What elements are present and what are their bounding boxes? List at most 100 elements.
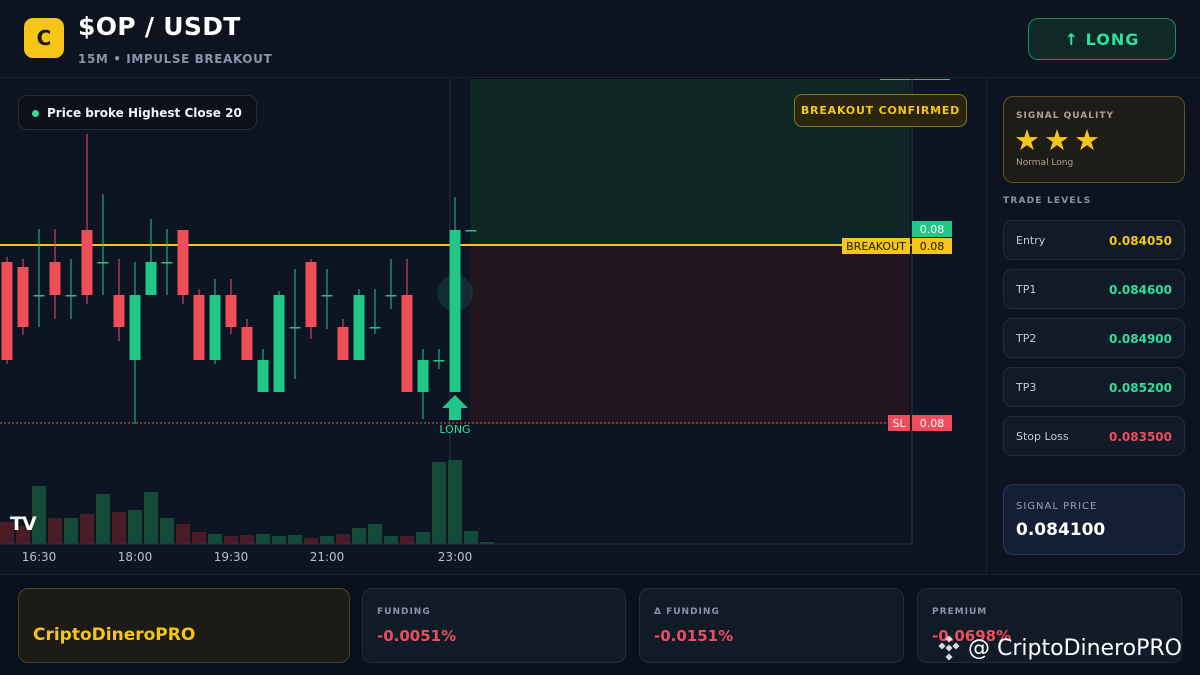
star-rating-icon: ★★★ (1014, 123, 1104, 157)
volume-bar (384, 536, 398, 544)
trade-levels-title: TRADE LEVELS (1003, 196, 1092, 206)
level-row-entry: Entry 0.084050 (1003, 220, 1185, 260)
signal-sidebar: SIGNAL QUALITY ★★★ Normal Long TRADE LEV… (986, 79, 1200, 573)
volume-bar (320, 536, 334, 544)
volume-bar (416, 532, 430, 544)
candle-body (465, 230, 477, 232)
candle-body (433, 360, 445, 362)
candle-body (417, 360, 429, 392)
candle-body (385, 295, 397, 297)
candle-body (257, 360, 269, 392)
coin-logo-icon: C (24, 18, 64, 58)
candles-group (1, 134, 477, 424)
x-axis-label: 19:30 (213, 550, 249, 564)
volume-bar (160, 518, 174, 544)
stat-label: Δ FUNDING (654, 607, 720, 617)
price-chart[interactable]: Price broke Highest Close 20 BREAKOUT CO… (0, 79, 985, 573)
candle-body (321, 295, 333, 297)
timeframe-subtitle: 15M • IMPULSE BREAKOUT (78, 52, 273, 66)
level-value: 0.085200 (1108, 381, 1172, 395)
candle-body (209, 295, 221, 360)
breakout-confirmed-badge: BREAKOUT CONFIRMED (794, 94, 967, 127)
volume-bar (336, 534, 350, 544)
level-value: 0.083500 (1108, 430, 1172, 444)
breakout-label-tag: BREAKOUT (842, 238, 910, 254)
level-label: TP1 (1016, 283, 1037, 296)
header: C $OP / USDT 15M • IMPULSE BREAKOUT ↑ LO… (0, 0, 1200, 78)
candle-body (177, 230, 189, 295)
brand-name: CriptoDineroPRO (33, 625, 196, 645)
level-label: TP3 (1016, 381, 1037, 394)
level-row-stop-loss: Stop Loss 0.083500 (1003, 416, 1185, 456)
candle-body (17, 267, 29, 327)
long-arrow-icon (442, 395, 468, 420)
long-direction-button[interactable]: ↑ LONG (1028, 18, 1176, 60)
level-value: 0.084900 (1108, 332, 1172, 346)
candle-body (49, 262, 61, 295)
level-label: Stop Loss (1016, 430, 1069, 443)
quality-subtitle: Normal Long (1016, 158, 1074, 168)
volume-bar (176, 524, 190, 544)
x-axis-label: 23:00 (437, 550, 473, 564)
level-row-tp2: TP2 0.084900 (1003, 318, 1185, 358)
stat-label: FUNDING (377, 607, 431, 617)
candle-body (353, 295, 365, 360)
level-value: 0.084050 (1108, 234, 1172, 248)
volume-bar (80, 514, 94, 544)
candle-body (129, 295, 141, 360)
candle-body (449, 230, 461, 392)
signal-price-value: 0.084100 (1016, 520, 1106, 540)
x-axis-label: 21:00 (309, 550, 345, 564)
volume-bar (304, 538, 318, 544)
candle-body (161, 262, 173, 264)
breakout-note: Price broke Highest Close 20 (18, 95, 257, 130)
level-label: TP2 (1016, 332, 1037, 345)
volume-bar (128, 510, 142, 544)
volume-bar (256, 534, 270, 544)
candle-body (289, 327, 301, 329)
candle-body (81, 230, 93, 295)
funding-card: FUNDING -0.0051% (362, 588, 626, 663)
volume-bar (400, 536, 414, 544)
volume-bar (448, 460, 462, 544)
candle-body (241, 327, 253, 360)
candle-body (337, 327, 349, 360)
level-row-tp1: TP1 0.084600 (1003, 269, 1185, 309)
volume-bar (192, 532, 206, 544)
note-text: Price broke Highest Close 20 (47, 105, 242, 120)
level-value: 0.084600 (1108, 283, 1172, 297)
candle-body (273, 295, 285, 392)
volume-bar (224, 536, 238, 544)
volume-bar (48, 518, 62, 544)
watermark-text: @ CriptoDineroPRO (968, 635, 1182, 661)
sl-price-tag: 0.08 (912, 415, 952, 431)
volume-bar (144, 492, 158, 544)
volume-bar (208, 534, 222, 544)
tradingview-logo-icon: TV (10, 513, 37, 535)
candle-body (225, 295, 237, 327)
footer: CriptoDineroPRO FUNDING -0.0051% Δ FUNDI… (0, 574, 1200, 675)
candle-body (1, 262, 13, 360)
candle-body (65, 295, 77, 297)
volume-group (0, 460, 494, 544)
delta-funding-card: Δ FUNDING -0.0151% (639, 588, 904, 663)
candle-body (305, 262, 317, 327)
sl-label-tag: SL (888, 415, 910, 431)
volume-bar (96, 494, 110, 544)
pair-title: $OP / USDT (78, 12, 241, 41)
level-label: Entry (1016, 234, 1046, 247)
quality-title: SIGNAL QUALITY (1016, 111, 1114, 121)
x-axis-label: 16:30 (21, 550, 57, 564)
volume-bar (112, 512, 126, 544)
level-row-tp3: TP3 0.085200 (1003, 367, 1185, 407)
volume-bar (352, 528, 366, 544)
brand-card: CriptoDineroPRO (18, 588, 350, 663)
candle-body (193, 295, 205, 360)
top-price-tag: 0.08 (912, 221, 952, 237)
volume-bar (240, 535, 254, 544)
signal-price-label: SIGNAL PRICE (1016, 501, 1098, 512)
signal-price-card: SIGNAL PRICE 0.084100 (1003, 484, 1185, 555)
volume-bar (464, 531, 478, 544)
volume-bar (64, 518, 78, 544)
stat-label: PREMIUM (932, 607, 988, 617)
